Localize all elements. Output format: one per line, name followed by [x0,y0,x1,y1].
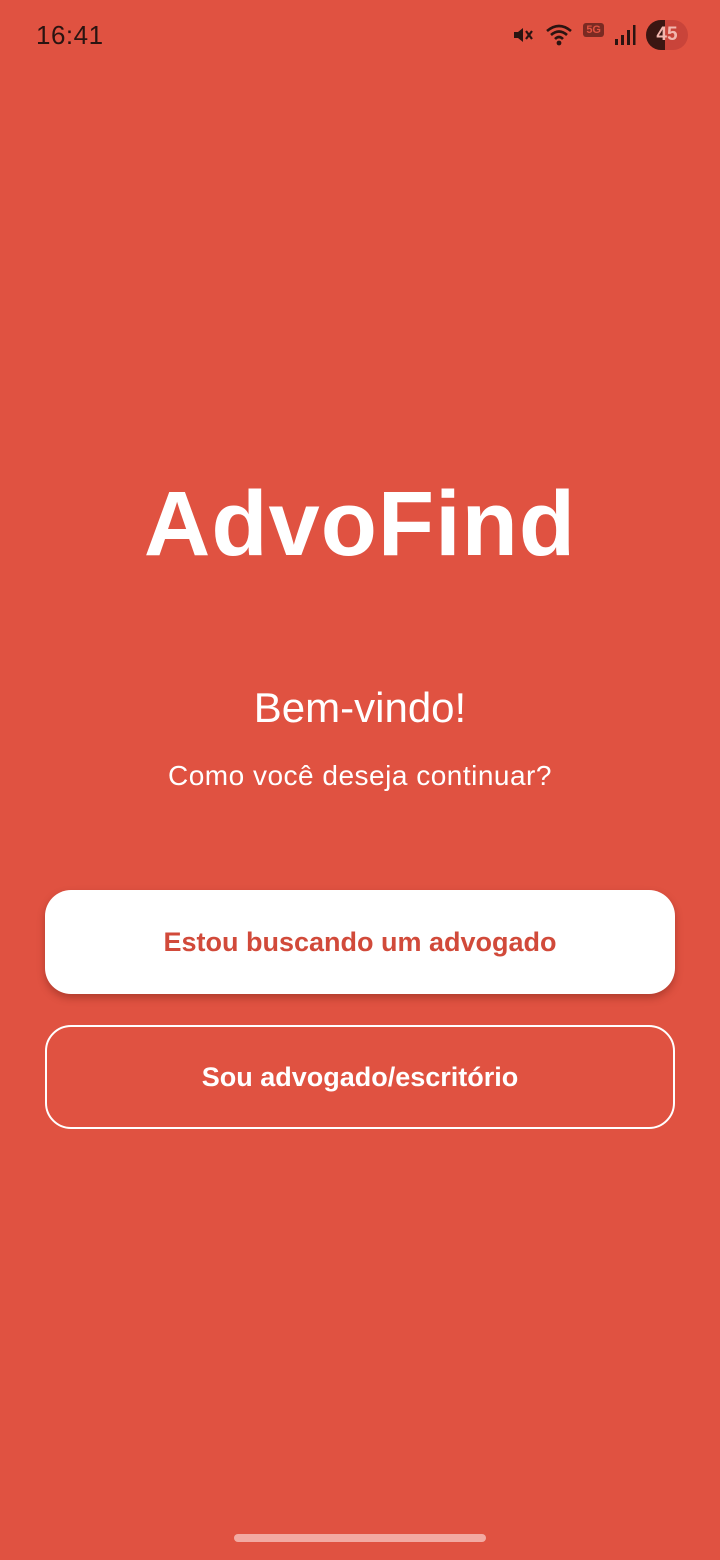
home-indicator[interactable] [234,1534,486,1542]
battery-icon: 45 [646,20,688,50]
client-button[interactable]: Estou buscando um advogado [45,890,675,994]
welcome-subtitle: Como você deseja continuar? [168,760,552,791]
battery-level: 45 [656,24,678,45]
status-bar: 16:41 5G 45 [0,0,720,70]
mute-icon [511,23,535,47]
status-time: 16:41 [36,20,104,50]
signal-icon [614,24,636,46]
welcome-title: Bem-vindo! [253,684,467,731]
wifi-icon [545,22,573,48]
lawyer-button[interactable]: Sou advogado/escritório [45,1025,675,1129]
status-icons: 5G 45 [511,18,688,52]
network-type-badge: 5G [583,23,604,37]
app-title: AdvoFind [143,473,577,575]
